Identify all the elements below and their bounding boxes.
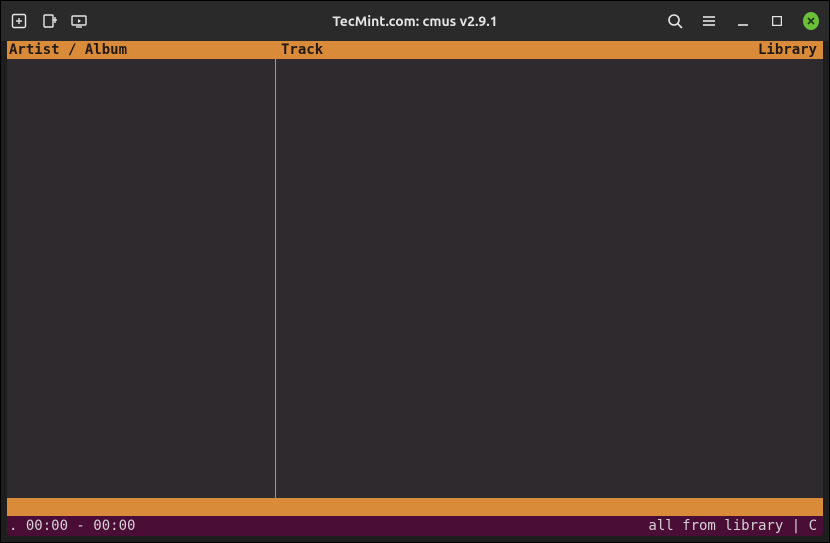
command-line[interactable]: . 00:00 - 00:00 all from library | C: [7, 516, 823, 536]
terminal-window: TecMint.com: cmus v2.9.1: [0, 0, 830, 543]
maximize-icon[interactable]: [769, 13, 785, 29]
artist-album-header: Artist / Album: [7, 41, 275, 59]
minimize-icon[interactable]: [735, 13, 751, 29]
new-window-icon[interactable]: [41, 13, 57, 29]
hamburger-menu-icon[interactable]: [701, 13, 717, 29]
status-bar: [7, 498, 823, 516]
terminal-content[interactable]: Artist / Album Track Library . 00:00 - 0…: [7, 41, 823, 536]
titlebar: TecMint.com: cmus v2.9.1: [1, 1, 829, 41]
panes-container: [7, 59, 823, 498]
search-icon[interactable]: [667, 13, 683, 29]
broadcast-icon[interactable]: [71, 13, 87, 29]
close-icon[interactable]: [803, 13, 819, 29]
window-title: TecMint.com: cmus v2.9.1: [191, 13, 639, 29]
track-pane[interactable]: [276, 59, 823, 498]
new-tab-icon[interactable]: [11, 13, 27, 29]
playback-mode: all from library | C: [648, 517, 817, 535]
playback-position: . 00:00 - 00:00: [9, 517, 648, 535]
titlebar-right-controls: [639, 13, 819, 29]
library-header: Library: [758, 41, 823, 59]
artist-album-pane[interactable]: [7, 59, 275, 498]
titlebar-left-controls: [11, 13, 191, 29]
column-header-row: Artist / Album Track Library: [7, 41, 823, 59]
track-header: Track: [281, 41, 758, 59]
